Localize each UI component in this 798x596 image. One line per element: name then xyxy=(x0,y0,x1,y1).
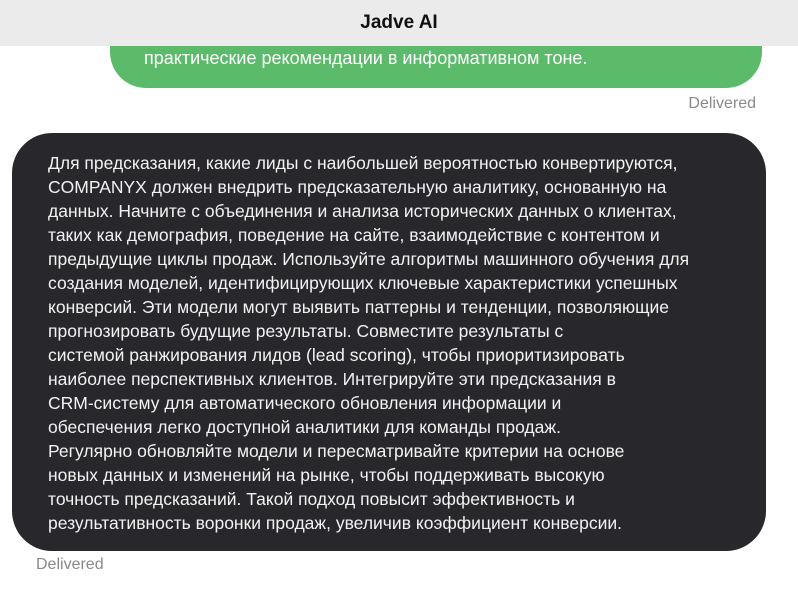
message-line: предыдущие циклы продаж. Используйте алг… xyxy=(48,249,690,269)
chat-header: Jadve AI xyxy=(0,0,798,46)
message-line: CRM-систему для автоматического обновлен… xyxy=(48,393,562,413)
chat-title: Jadve AI xyxy=(360,12,438,33)
message-line: создания моделей, идентифицирующих ключе… xyxy=(48,273,678,293)
message-line: данных. Начните с объединения и анализа … xyxy=(48,201,677,221)
message-line: точность предсказаний. Такой подход повы… xyxy=(48,489,575,509)
message-line: результативность воронки продаж, увеличи… xyxy=(48,513,622,533)
incoming-message-bubble[interactable]: Для предсказания, какие лиды с наибольше… xyxy=(12,133,766,551)
message-line: прогнозировать будущие результаты. Совме… xyxy=(48,321,564,341)
outgoing-delivery-status: Delivered xyxy=(688,95,756,112)
message-line: наиболее перспективных клиентов. Интегри… xyxy=(48,369,616,389)
message-line: новых данных и изменений на рынке, чтобы… xyxy=(48,465,605,485)
message-line: системой ранжирования лидов (lead scorin… xyxy=(48,345,625,365)
message-line: COMPANYX должен внедрить предсказательну… xyxy=(48,177,667,197)
outgoing-message-text: практические рекомендации в информативно… xyxy=(144,48,588,68)
message-line: конверсий. Эти модели могут выявить патт… xyxy=(48,297,670,317)
incoming-delivery-status: Delivered xyxy=(36,556,104,573)
message-line: Регулярно обновляйте модели и пересматри… xyxy=(48,441,625,461)
message-line: Для предсказания, какие лиды с наибольше… xyxy=(48,153,678,173)
message-line: таких как демография, поведение на сайте… xyxy=(48,225,660,245)
message-line: обеспечения легко доступной аналитики дл… xyxy=(48,417,561,437)
